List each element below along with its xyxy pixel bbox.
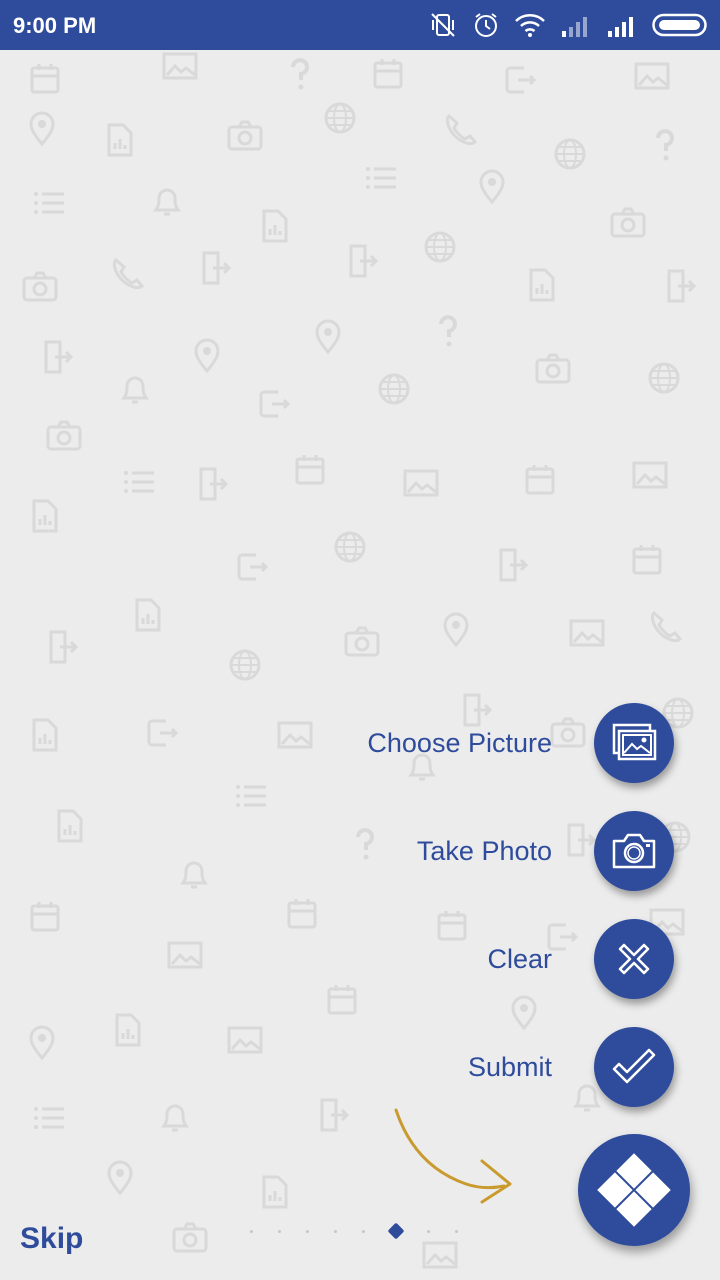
submit-row[interactable]: Submit <box>468 1027 674 1107</box>
status-icons <box>428 10 710 40</box>
skip-button[interactable]: Skip <box>20 1222 83 1256</box>
close-icon <box>618 943 650 975</box>
page-dot <box>278 1229 281 1233</box>
page-dot <box>362 1229 365 1233</box>
page-dot <box>250 1229 253 1233</box>
signal-full-icon <box>608 17 633 37</box>
page-dot <box>427 1229 430 1233</box>
submit-label[interactable]: Submit <box>468 1052 552 1083</box>
clear-row[interactable]: Clear <box>487 919 674 999</box>
wifi-icon <box>515 14 545 37</box>
vibrate-off-icon <box>431 13 455 37</box>
hint-arrow <box>394 1108 512 1204</box>
main-fab-button[interactable] <box>578 1134 690 1246</box>
page-indicator <box>250 1222 458 1240</box>
clear-label[interactable]: Clear <box>487 944 552 975</box>
choose-picture-row[interactable]: Choose Picture <box>367 703 674 783</box>
clear-button[interactable] <box>594 919 674 999</box>
take-photo-button[interactable] <box>594 811 674 891</box>
page-dot <box>306 1229 309 1233</box>
gallery-icon <box>612 723 657 761</box>
checkmark-icon <box>612 1048 656 1084</box>
camera-icon <box>612 833 656 869</box>
choose-picture-button[interactable] <box>594 703 674 783</box>
submit-button[interactable] <box>594 1027 674 1107</box>
alarm-icon <box>475 13 497 37</box>
status-bar: 9:00 PM <box>0 0 720 50</box>
take-photo-label[interactable]: Take Photo <box>417 836 552 867</box>
battery-icon <box>652 13 707 37</box>
signal-weak-icon <box>562 17 587 37</box>
page-dot <box>455 1229 458 1233</box>
take-photo-row[interactable]: Take Photo <box>417 811 674 891</box>
grid-diamond-icon <box>597 1153 671 1227</box>
page-dot <box>334 1229 337 1233</box>
status-time: 9:00 PM <box>13 13 97 38</box>
page-dot-active <box>387 1222 405 1240</box>
choose-picture-label[interactable]: Choose Picture <box>367 728 552 759</box>
